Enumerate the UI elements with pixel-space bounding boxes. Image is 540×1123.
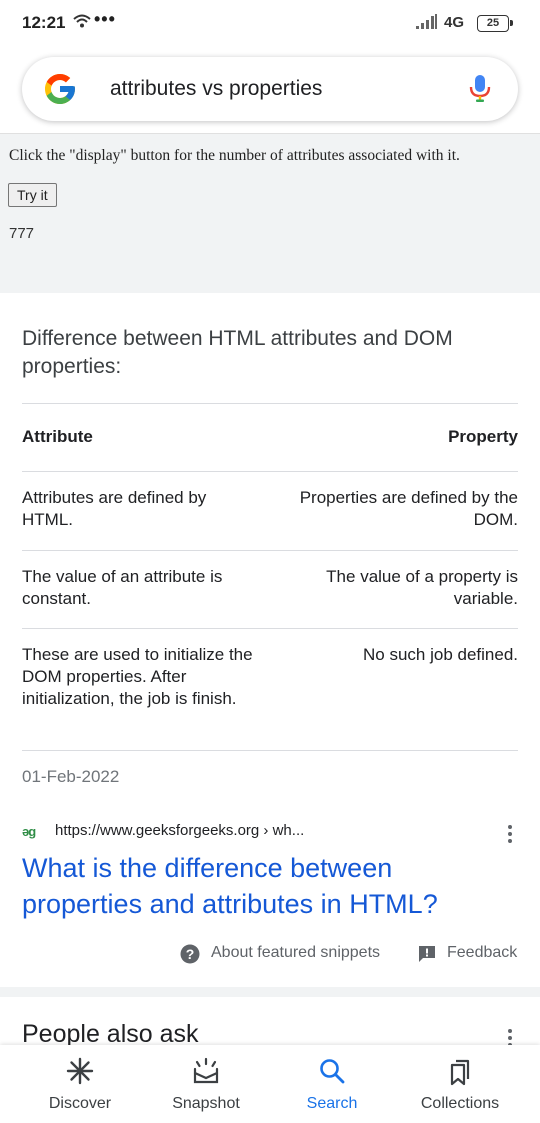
nav-collections[interactable]: Collections — [400, 1045, 520, 1123]
nav-collections-label: Collections — [420, 1095, 500, 1112]
demo-output-value: 777 — [9, 225, 35, 242]
nav-snapshot[interactable]: Snapshot — [146, 1045, 266, 1123]
table-cell-attribute: Attributes are defined by HTML. — [22, 488, 207, 529]
geeksforgeeks-favicon-icon: ǝɡ — [22, 824, 36, 839]
snippet-date: 01-Feb-2022 — [22, 767, 120, 786]
comparison-table: Attribute Property Attributes are define… — [22, 403, 518, 751]
status-bar: 12:21 ••• 4G 25 — [0, 0, 540, 48]
table-header-property: Property — [448, 427, 518, 446]
snippet-title: Difference between HTML attributes and D… — [22, 327, 453, 378]
source-url[interactable]: https://www.geeksforgeeks.org › wh... — [55, 822, 304, 839]
table-cell-attribute: The value of an attribute is constant. — [22, 567, 223, 608]
network-type: 4G — [444, 14, 465, 31]
help-circle-icon[interactable]: ? — [180, 944, 200, 969]
feedback-link[interactable]: Feedback — [447, 944, 517, 962]
try-it-button[interactable]: Try it — [8, 183, 57, 207]
section-divider — [0, 987, 540, 997]
nav-snapshot-label: Snapshot — [172, 1095, 240, 1112]
search-query[interactable]: attributes vs properties — [110, 77, 322, 101]
signal-icon — [416, 14, 438, 35]
more-options-icon[interactable] — [503, 822, 517, 846]
table-row: Attributes are defined by HTML. Properti… — [22, 471, 518, 550]
table-cell-property: The value of a property is variable. — [326, 567, 518, 608]
bookmarks-icon — [446, 1057, 474, 1092]
asterisk-icon — [66, 1057, 94, 1090]
nav-discover-label: Discover — [48, 1095, 112, 1112]
result-title-link[interactable]: What is the difference between propertie… — [22, 850, 492, 922]
nav-search-label: Search — [306, 1095, 358, 1112]
search-icon — [318, 1057, 346, 1090]
table-cell-property: No such job defined. — [363, 645, 518, 664]
demo-instruction: Click the "display" button for the numbe… — [9, 147, 460, 164]
google-logo-icon — [42, 71, 78, 112]
snapshot-tray-icon — [191, 1057, 221, 1092]
mic-icon[interactable] — [468, 74, 492, 109]
nav-discover[interactable]: Discover — [20, 1045, 140, 1123]
battery-icon: 25 — [477, 15, 513, 32]
table-row: The value of an attribute is constant. T… — [22, 550, 518, 628]
code-demo-output: Click the "display" button for the numbe… — [0, 133, 540, 293]
table-cell-attribute: These are used to initialize the DOM pro… — [22, 645, 253, 708]
table-header-attribute: Attribute — [22, 427, 93, 446]
svg-text:?: ? — [186, 946, 195, 962]
about-featured-snippets-link[interactable]: About featured snippets — [211, 944, 380, 962]
table-row: These are used to initialize the DOM pro… — [22, 628, 518, 751]
status-time: 12:21 — [22, 13, 66, 32]
wifi-icon — [73, 14, 91, 33]
search-bar[interactable]: attributes vs properties — [22, 57, 518, 121]
status-more-icon: ••• — [94, 9, 116, 29]
table-cell-property: Properties are defined by the DOM. — [299, 488, 518, 529]
feedback-icon[interactable] — [418, 945, 436, 968]
table-header-row: Attribute Property — [22, 403, 518, 471]
nav-search[interactable]: Search — [272, 1045, 392, 1123]
bottom-navigation: Discover Snapshot Search Collections — [0, 1045, 540, 1123]
